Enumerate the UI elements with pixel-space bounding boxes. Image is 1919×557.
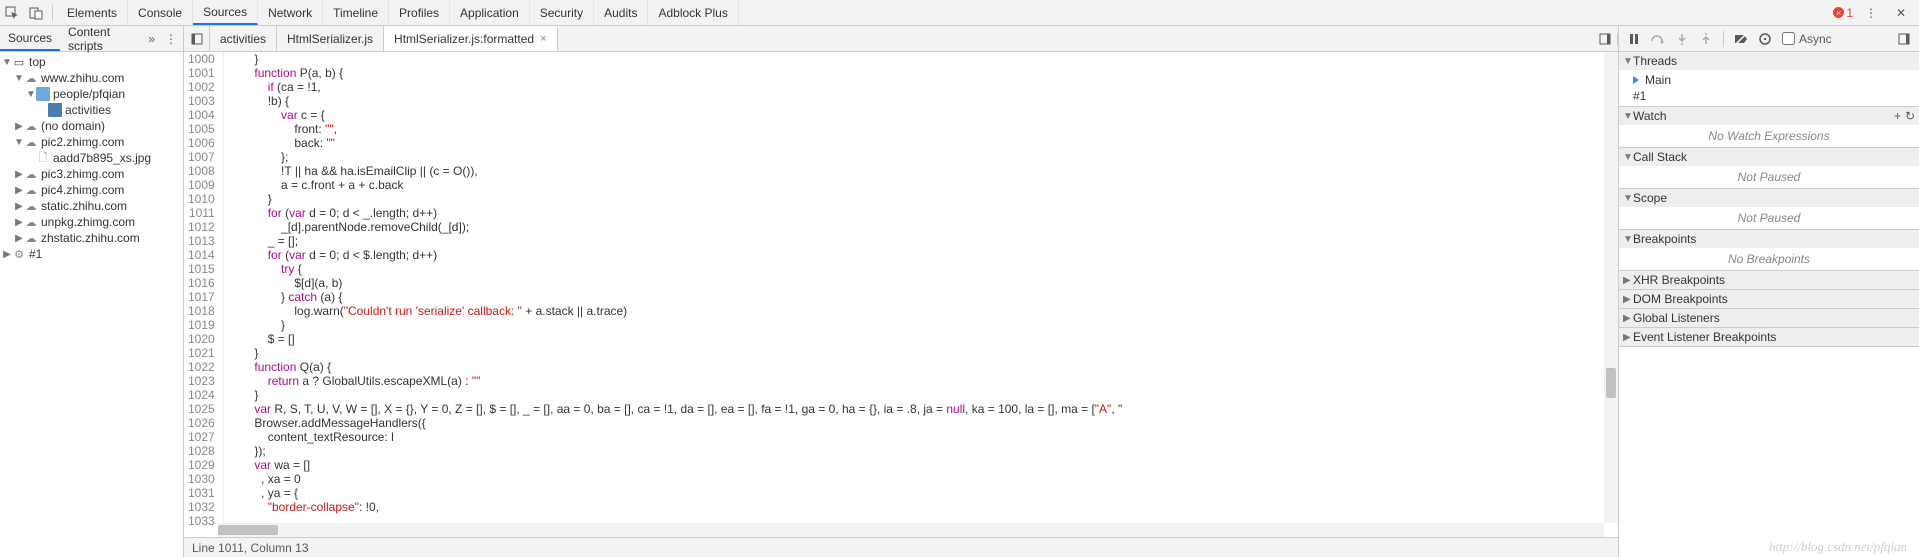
close-icon[interactable]: ✕: [1889, 1, 1913, 25]
device-toggle-icon[interactable]: [24, 1, 48, 25]
tree-top[interactable]: ▼▭top: [0, 54, 183, 70]
tree-zhstatic[interactable]: ▶☁zhstatic.zhihu.com: [0, 230, 183, 246]
tree-static[interactable]: ▶☁static.zhihu.com: [0, 198, 183, 214]
sidebar-menu-icon[interactable]: ⋮: [159, 32, 183, 46]
callstack-header[interactable]: ▼Call Stack: [1619, 148, 1919, 166]
tab-application[interactable]: Application: [450, 0, 530, 25]
threads-header[interactable]: ▼Threads: [1619, 52, 1919, 70]
event-listener-bp-header[interactable]: ▶Event Listener Breakpoints: [1619, 328, 1919, 346]
divider: [52, 5, 53, 21]
dom-bp-header[interactable]: ▶DOM Breakpoints: [1619, 290, 1919, 308]
tab-timeline[interactable]: Timeline: [323, 0, 389, 25]
tree-pic3[interactable]: ▶☁pic3.zhimg.com: [0, 166, 183, 182]
global-listeners-header[interactable]: ▶Global Listeners: [1619, 309, 1919, 327]
tab-adblock-plus[interactable]: Adblock Plus: [648, 0, 738, 25]
file-tab[interactable]: HtmlSerializer.js:formatted×: [384, 26, 557, 51]
error-badge[interactable]: ×1: [1833, 6, 1853, 20]
tab-elements[interactable]: Elements: [57, 0, 128, 25]
close-tab-icon[interactable]: ×: [540, 33, 546, 45]
editor-pane: activitiesHtmlSerializer.jsHtmlSerialize…: [184, 26, 1619, 557]
add-watch-icon[interactable]: +: [1894, 109, 1901, 123]
sidebar-tab-content-scripts[interactable]: Content scripts: [60, 26, 142, 51]
inspect-icon[interactable]: [0, 1, 24, 25]
line-gutter: 1000100110021003100410051006100710081009…: [184, 52, 224, 537]
tree-no-domain[interactable]: ▶☁(no domain): [0, 118, 183, 134]
menu-icon[interactable]: ⋮: [1859, 1, 1883, 25]
step-into-icon[interactable]: [1671, 28, 1693, 50]
watch-header[interactable]: ▼Watch+↻: [1619, 107, 1919, 125]
tree-ext1[interactable]: ▶⚙#1: [0, 246, 183, 262]
refresh-watch-icon[interactable]: ↻: [1905, 109, 1915, 123]
collapse-panel-icon[interactable]: [1893, 28, 1915, 50]
thread-1[interactable]: #1: [1625, 88, 1913, 104]
file-tab[interactable]: HtmlSerializer.js: [277, 26, 384, 51]
file-tab[interactable]: activities: [210, 26, 277, 51]
sidebar-tab-sources[interactable]: Sources: [0, 26, 60, 51]
sidebar-tabs-more-icon[interactable]: »: [144, 32, 159, 46]
xhr-bp-header[interactable]: ▶XHR Breakpoints: [1619, 271, 1919, 289]
tree-unpkg[interactable]: ▶☁unpkg.zhimg.com: [0, 214, 183, 230]
error-count: 1: [1846, 6, 1853, 20]
deactivate-breakpoints-icon[interactable]: [1730, 28, 1752, 50]
tab-console[interactable]: Console: [128, 0, 193, 25]
debugger-panel: Async ▼Threads Main #1 ▼Watch+↻ No Watch…: [1619, 26, 1919, 557]
tree-pic2-file[interactable]: 🗋aadd7b895_xs.jpg: [0, 150, 183, 166]
thread-main[interactable]: Main: [1625, 72, 1913, 88]
pause-on-exceptions-icon[interactable]: [1754, 28, 1776, 50]
horizontal-scrollbar[interactable]: [218, 523, 1604, 537]
file-tree: ▼▭top ▼☁www.zhihu.com ▼people/pfqian act…: [0, 52, 183, 557]
file-tab-bar: activitiesHtmlSerializer.jsHtmlSerialize…: [184, 26, 1618, 52]
tree-pic4[interactable]: ▶☁pic4.zhimg.com: [0, 182, 183, 198]
step-over-icon[interactable]: [1647, 28, 1669, 50]
tree-folder-people[interactable]: ▼people/pfqian: [0, 86, 183, 102]
breakpoints-header[interactable]: ▼Breakpoints: [1619, 230, 1919, 248]
callstack-empty: Not Paused: [1625, 168, 1913, 186]
vertical-scrollbar[interactable]: [1604, 52, 1618, 523]
scope-empty: Not Paused: [1625, 209, 1913, 227]
watch-empty: No Watch Expressions: [1625, 127, 1913, 145]
sources-sidebar: Sources Content scripts » ⋮ ▼▭top ▼☁www.…: [0, 26, 184, 557]
async-checkbox[interactable]: Async: [1782, 32, 1832, 46]
tab-audits[interactable]: Audits: [594, 0, 648, 25]
step-out-icon[interactable]: [1695, 28, 1717, 50]
main-toolbar: ElementsConsoleSourcesNetworkTimelinePro…: [0, 0, 1919, 26]
toggle-navigator-icon[interactable]: [184, 26, 210, 51]
breakpoints-empty: No Breakpoints: [1625, 250, 1913, 268]
toggle-debugger-icon[interactable]: [1592, 33, 1618, 45]
tab-sources[interactable]: Sources: [193, 0, 258, 25]
tree-domain-main[interactable]: ▼☁www.zhihu.com: [0, 70, 183, 86]
status-bar: Line 1011, Column 13 http://blog.csdn.ne…: [184, 537, 1618, 557]
scope-header[interactable]: ▼Scope: [1619, 189, 1919, 207]
devtools-tabs: ElementsConsoleSourcesNetworkTimelinePro…: [57, 0, 739, 25]
pause-icon[interactable]: [1623, 28, 1645, 50]
tab-profiles[interactable]: Profiles: [389, 0, 450, 25]
tab-security[interactable]: Security: [530, 0, 594, 25]
tree-pic2[interactable]: ▼☁pic2.zhimg.com: [0, 134, 183, 150]
tab-network[interactable]: Network: [258, 0, 323, 25]
code-editor[interactable]: } function P(a, b) { if (ca = !1, !b) { …: [224, 52, 1618, 537]
tree-file-activities[interactable]: activities: [0, 102, 183, 118]
